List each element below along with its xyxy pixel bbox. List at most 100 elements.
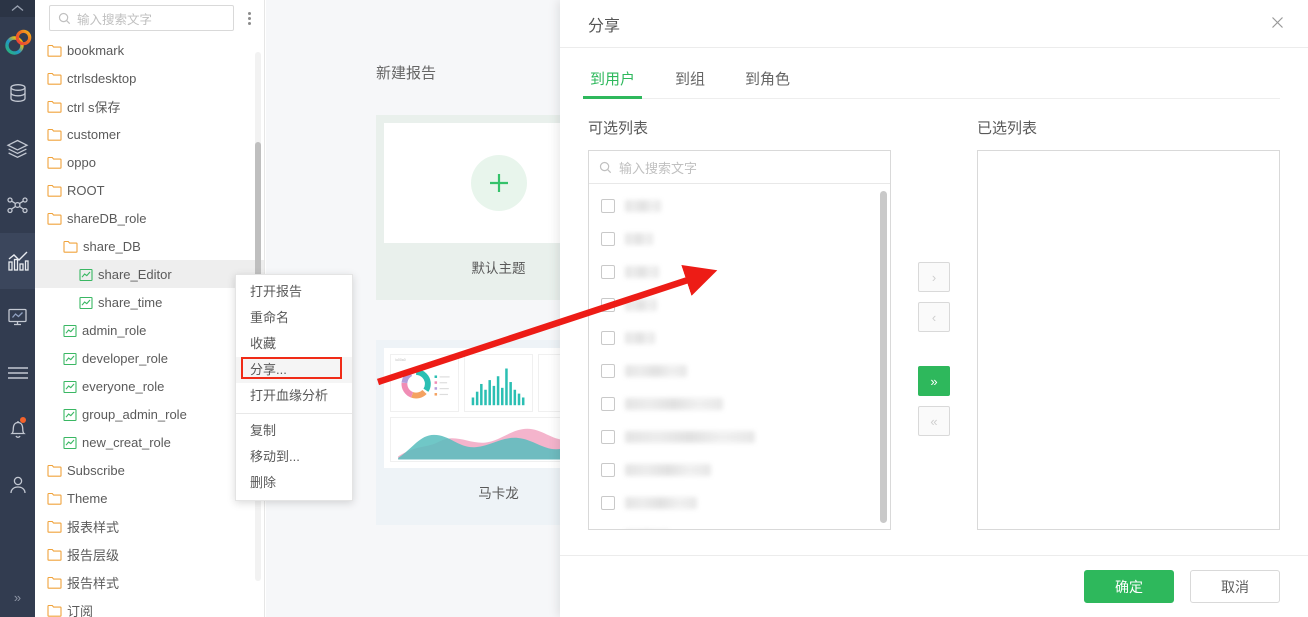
database-icon[interactable] [0,65,35,121]
tree-node-label: 订阅 [67,603,94,617]
available-list-item[interactable] [589,354,890,387]
tree-node-label: ctrlsdesktop [67,70,137,86]
tree-node--[interactable]: 报告样式 [35,568,264,596]
checkbox[interactable] [601,495,615,510]
report-icon [63,408,77,421]
tree-node-share_db[interactable]: share_DB [35,232,264,260]
context-menu-item-7[interactable]: 移动到... [236,444,352,470]
tree-node-label: share_DB [83,238,141,254]
tree-node-share_time[interactable]: share_time [35,288,264,316]
move-left-button[interactable]: ‹ [918,302,950,332]
context-menu-item-0[interactable]: 打开报告 [236,279,352,305]
context-menu-item-8[interactable]: 删除 [236,470,352,496]
dashboard-monitor-icon[interactable] [0,289,35,345]
checkbox[interactable] [601,297,615,312]
available-search-placeholder: 输入搜索文字 [619,160,698,176]
available-list-item[interactable] [589,420,890,453]
tree-node-sharedb_role[interactable]: shareDB_role [35,204,264,232]
brand-rings-logo [3,27,33,57]
checkbox[interactable] [601,198,615,213]
context-menu-item-3[interactable]: 分享... [236,357,352,383]
tree-node-share_editor[interactable]: share_Editor [35,260,264,288]
checkbox[interactable] [601,231,615,246]
network-nodes-icon[interactable] [0,177,35,233]
dialog-tab-1[interactable]: 到组 [673,62,707,98]
tree-node-ctrl-s-[interactable]: ctrl s保存 [35,92,264,120]
context-menu-item-1[interactable]: 重命名 [236,305,352,331]
checkbox[interactable] [601,363,615,378]
tree-node-label: customer [67,126,121,142]
report-icon [79,268,93,281]
available-list-item[interactable] [589,387,890,420]
tree-node-label: new_creat_role [82,434,171,450]
tree-node-label: 报表样式 [67,519,120,535]
dialog-tab-0[interactable]: 到用户 [582,62,643,99]
context-menu-item-6[interactable]: 复制 [236,418,352,444]
tree-node-admin_role[interactable]: admin_role [35,316,264,344]
context-menu-item-4[interactable]: 打开血缘分析 [236,383,352,409]
move-all-left-button[interactable]: « [918,406,950,436]
available-list-item[interactable] [589,321,890,354]
chevron-up-icon[interactable] [0,0,35,17]
available-list-item[interactable] [589,519,890,529]
available-list-item[interactable] [589,222,890,255]
report-icon [63,324,77,337]
checkbox[interactable] [601,264,615,279]
available-search-input[interactable]: 输入搜索文字 [589,151,890,184]
menu-list-icon[interactable] [0,345,35,401]
available-list-item[interactable] [589,255,890,288]
context-menu-item-2[interactable]: 收藏 [236,331,352,357]
tree-search-input[interactable]: 输入搜索文字 [49,5,234,31]
checkbox[interactable] [601,462,615,477]
close-icon[interactable] [1267,11,1288,36]
available-list-item[interactable] [589,486,890,519]
move-right-button[interactable]: › [918,262,950,292]
context-menu: 打开报告 重命名 收藏 分享... 打开血缘分析 复制 移动到... 删除 [235,274,353,501]
tree-node-label: ctrl s保存 [67,99,121,115]
tree-node-label: developer_role [82,350,169,366]
confirm-button[interactable]: 确定 [1084,570,1174,603]
tree-search-placeholder: 输入搜索文字 [77,12,153,27]
dialog-footer: 确定 取消 [560,555,1308,617]
user-icon[interactable] [0,457,35,513]
tree-node-subscribe[interactable]: Subscribe [35,456,264,484]
tree-node--[interactable]: 订阅 [35,596,264,617]
tree-node-ctrlsdesktop[interactable]: ctrlsdesktop [35,64,264,92]
available-list-title: 可选列表 [588,120,649,137]
tree-node-everyone_role[interactable]: everyone_role [35,372,264,400]
tree-node-label: share_Editor [98,266,172,282]
plus-icon[interactable] [470,155,527,211]
dialog-tab-2[interactable]: 到角色 [743,62,792,98]
available-scrollbar-thumb[interactable] [880,191,887,523]
move-all-right-button[interactable]: » [918,366,950,396]
available-item-label [625,265,659,278]
tree-node-oppo[interactable]: oppo [35,148,264,176]
tree-node-group_admin_role[interactable]: group_admin_role [35,400,264,428]
checkbox[interactable] [601,330,615,345]
cancel-button[interactable]: 取消 [1190,570,1280,603]
folder-icon [47,576,62,589]
checkbox[interactable] [601,396,615,411]
bell-icon[interactable] [0,401,35,457]
kebab-menu-icon[interactable] [240,11,258,25]
tree-node-new_creat_role[interactable]: new_creat_role [35,428,264,456]
tree-node--[interactable]: 报表样式 [35,512,264,540]
available-list-item[interactable] [589,189,890,222]
available-list-item[interactable] [589,453,890,486]
tree-node-developer_role[interactable]: developer_role [35,344,264,372]
tree-node--[interactable]: 报告层级 [35,540,264,568]
tree-node-customer[interactable]: customer [35,120,264,148]
tree-node-label: Theme [67,490,108,506]
tree-node-bookmark[interactable]: bookmark [35,36,264,64]
selected-list-box[interactable] [977,150,1281,530]
tree-node-theme[interactable]: Theme [35,484,264,512]
available-list-item[interactable] [589,288,890,321]
tree-node-root[interactable]: ROOT [35,176,264,204]
available-item-label [625,397,723,410]
rail-expand-button[interactable]: » [0,577,35,617]
layers-icon[interactable] [0,121,35,177]
available-scrollbar[interactable] [880,191,887,523]
bar-chart-icon[interactable] [0,233,35,289]
checkbox[interactable] [601,528,615,529]
checkbox[interactable] [601,429,615,444]
